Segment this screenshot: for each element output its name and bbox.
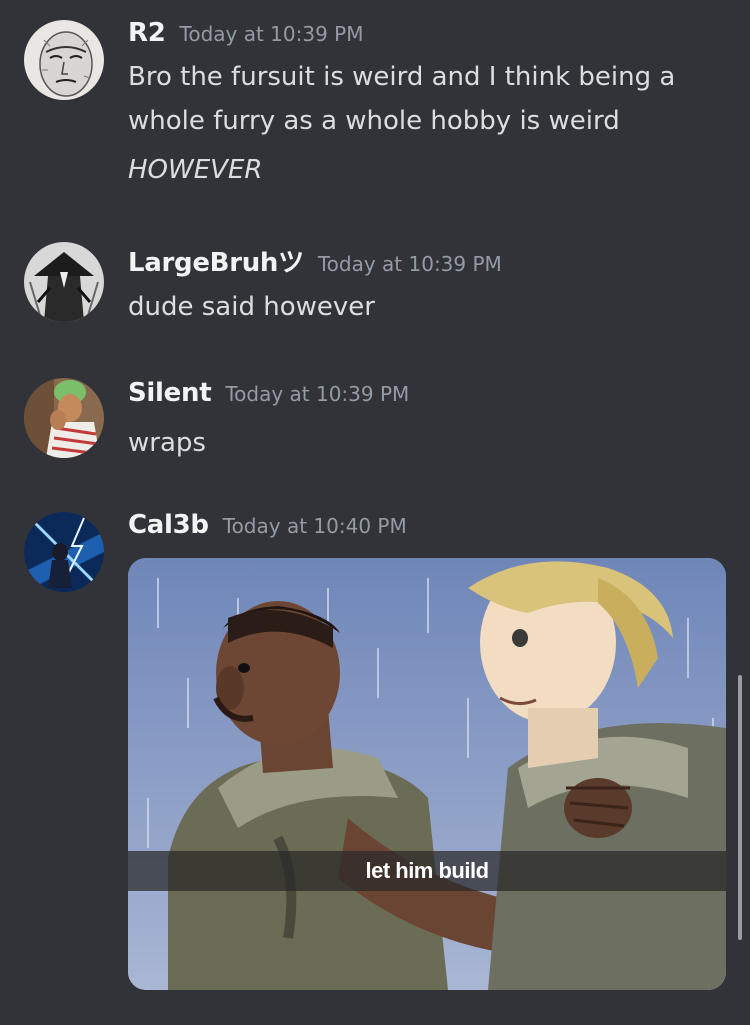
avatar-r2-image	[24, 20, 104, 100]
image-caption: let him build	[128, 851, 726, 891]
username[interactable]: LargeBruhツ	[128, 248, 304, 278]
attachment-illustration	[128, 558, 726, 990]
avatar-cal3b[interactable]	[24, 512, 104, 592]
avatar-largebruh[interactable]	[24, 242, 104, 322]
avatar-r2[interactable]	[24, 20, 104, 100]
message-header: Cal3b Today at 10:40 PM	[128, 510, 407, 540]
avatar-silent[interactable]	[24, 378, 104, 458]
avatar-largebruh-image	[24, 242, 104, 322]
message-header: R2 Today at 10:39 PM	[128, 18, 363, 48]
message-text-italic: HOWEVER	[128, 155, 263, 185]
image-attachment[interactable]: let him build	[128, 558, 726, 990]
username[interactable]: Cal3b	[128, 510, 209, 540]
timestamp: Today at 10:40 PM	[222, 514, 407, 538]
message-text: dude said however	[128, 292, 375, 322]
message-line: Bro the fursuit is weird and I think bei…	[128, 62, 676, 92]
timestamp: Today at 10:39 PM	[317, 252, 502, 276]
message-line: whole furry as a whole hobby is weird	[128, 106, 620, 136]
scrollbar[interactable]	[738, 675, 742, 940]
username[interactable]: Silent	[128, 378, 212, 408]
message-text: Bro the fursuit is weird and I think bei…	[128, 55, 728, 143]
avatar-silent-image	[24, 378, 104, 458]
timestamp: Today at 10:39 PM	[225, 382, 410, 406]
message-header: LargeBruhツ Today at 10:39 PM	[128, 242, 502, 279]
message-text: wraps	[128, 428, 206, 458]
timestamp: Today at 10:39 PM	[179, 22, 364, 46]
avatar-cal3b-image	[24, 512, 104, 592]
username[interactable]: R2	[128, 18, 166, 48]
message-header: Silent Today at 10:39 PM	[128, 378, 409, 408]
